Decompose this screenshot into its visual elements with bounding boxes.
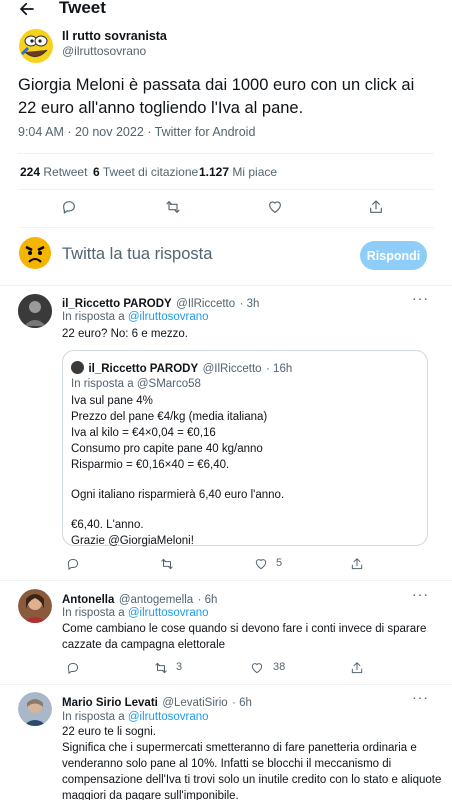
- retweets-count: 224: [20, 165, 41, 179]
- in-reply-to: In risposta a @ilruttosovrano: [62, 605, 209, 621]
- quote-line: €6,40. L'anno.: [71, 519, 144, 531]
- reply-text-line: 22 euro te li sogni.: [62, 726, 156, 738]
- quoted-tweet[interactable]: il_Riccetto PARODY @IlRiccetto · 16h In …: [62, 350, 428, 549]
- reply-to-handle: @SMarco58: [136, 378, 201, 390]
- share-button[interactable]: [346, 657, 368, 679]
- like-button[interactable]: [264, 196, 286, 218]
- reply-submit-button[interactable]: Rispondi: [360, 241, 427, 270]
- tweet-text: Giorgia Meloni è passata dai 1000 euro c…: [18, 76, 415, 117]
- reply-prefix: In risposta a: [62, 607, 125, 619]
- like-button[interactable]: [250, 553, 272, 575]
- reply-text-line: compensazione dell'Iva ti trovi solo un …: [62, 774, 442, 786]
- share-button[interactable]: [346, 553, 368, 575]
- retweet-count: 3: [176, 661, 183, 673]
- arrow-left-icon: [20, 2, 34, 16]
- stat-likes[interactable]: 1.127 Mi piace: [199, 165, 277, 179]
- reply-icon: [63, 201, 75, 214]
- stat-retweets[interactable]: 224 Retweet: [20, 165, 87, 179]
- avatar[interactable]: [18, 294, 52, 328]
- avatar[interactable]: [18, 692, 52, 726]
- reply-text-line: Come cambiano le cose quando si devono f…: [62, 623, 427, 635]
- quote-author-name: il_Riccetto PARODY: [88, 363, 199, 375]
- reply-text-line: venderanno solo pane al 10%. Infatti se …: [62, 758, 392, 770]
- like-count: 5: [276, 557, 283, 569]
- likes-count: 1.127: [199, 165, 230, 179]
- like-button[interactable]: [246, 657, 268, 679]
- likes-label: Mi piace: [232, 165, 278, 179]
- share-button[interactable]: [365, 196, 387, 218]
- quote-time: · 16h: [266, 363, 293, 375]
- quote-line: Grazie @GiorgiaMeloni!: [71, 535, 194, 547]
- quote-header: il_Riccetto PARODY @IlRiccetto · 16h: [71, 359, 292, 377]
- reply-to-link[interactable]: @ilruttosovrano: [128, 311, 209, 323]
- in-reply-to: In risposta a @ilruttosovrano: [62, 309, 209, 325]
- reply-icon: [67, 662, 79, 674]
- heart-icon: [255, 559, 267, 570]
- heart-icon: [251, 663, 263, 674]
- quote-line: Iva sul pane 4%: [71, 395, 153, 407]
- author-name[interactable]: Il rutto sovranista: [62, 29, 167, 43]
- share-icon: [351, 662, 363, 674]
- quote-line: Ogni italiano risparmierà 6,40 euro l'an…: [71, 489, 285, 501]
- retweet-button[interactable]: [156, 553, 178, 575]
- reply-text-line: Significa che i supermercati smetteranno…: [62, 742, 417, 754]
- in-reply-to: In risposta a @ilruttosovrano: [62, 709, 209, 725]
- back-button[interactable]: [18, 0, 42, 20]
- author-handle[interactable]: @ilruttosovrano: [62, 44, 146, 58]
- share-icon: [351, 558, 363, 570]
- more-options-button[interactable]: ···: [412, 689, 429, 705]
- reply-author-handle[interactable]: @LevatiSirio: [162, 697, 227, 709]
- reply-text: 22 euro? No: 6 e mezzo.: [62, 328, 188, 340]
- reply-button[interactable]: [62, 657, 84, 679]
- avatar[interactable]: [18, 589, 52, 623]
- retweet-icon: [166, 201, 180, 213]
- more-options-button[interactable]: ···: [412, 586, 429, 602]
- reply-to-link[interactable]: @ilruttosovrano: [128, 711, 209, 723]
- avatar: [71, 361, 84, 374]
- reply-prefix: In risposta a: [62, 711, 125, 723]
- quote-author-handle: @IlRiccetto: [202, 363, 262, 375]
- more-options-button[interactable]: ···: [412, 290, 429, 306]
- tweet-meta: 9:04 AM · 20 nov 2022 · Twitter for Andr…: [18, 125, 256, 139]
- quotes-count: 6: [93, 165, 100, 179]
- user-avatar: [18, 236, 52, 270]
- reply-prefix: In risposta a: [62, 311, 125, 323]
- retweet-button[interactable]: [162, 196, 184, 218]
- quote-line: Risparmio = €0,16×40 = €6,40.: [71, 459, 230, 471]
- reply-button[interactable]: [62, 553, 84, 575]
- like-count: 38: [273, 661, 286, 673]
- reply-icon: [67, 558, 79, 570]
- share-icon: [370, 200, 382, 213]
- retweet-button[interactable]: [150, 657, 172, 679]
- heart-icon: [269, 201, 281, 213]
- stat-quotes[interactable]: 6 Tweet di citazione: [93, 165, 198, 179]
- quote-line: Iva al kilo = €4×0,04 = €0,16: [71, 427, 216, 439]
- reply-to-link[interactable]: @ilruttosovrano: [128, 607, 209, 619]
- retweets-label: Retweet: [43, 165, 88, 179]
- avatar[interactable]: [18, 28, 54, 64]
- reply-text-line: cazzate da campagna elettorale: [62, 639, 226, 651]
- reply-author-name[interactable]: Mario Sirio Levati: [62, 697, 158, 709]
- reply-input[interactable]: Twitta la tua risposta: [62, 245, 212, 264]
- retweet-icon: [161, 558, 173, 570]
- retweet-icon: [155, 662, 167, 674]
- page-title: Tweet: [59, 0, 106, 17]
- reply-text-line: maggiori da pagare sull'imponibile.: [62, 790, 239, 800]
- quote-line: Prezzo del pane €4/kg (media italiana): [71, 411, 268, 423]
- quote-text: Iva sul pane 4% Prezzo del pane €4/kg (m…: [71, 393, 421, 549]
- reply-time[interactable]: · 6h: [232, 697, 252, 709]
- reply-text: 22 euro te li sogni. Significa che i sup…: [62, 724, 450, 800]
- quote-line: Consumo pro capite pane 40 kg/anno: [71, 443, 263, 455]
- quotes-label: Tweet di citazione: [102, 165, 199, 179]
- reply-time[interactable]: · 3h: [240, 298, 260, 310]
- reply-text: Come cambiano le cose quando si devono f…: [62, 621, 442, 653]
- reply-prefix: In risposta a: [71, 378, 134, 390]
- reply-button[interactable]: [58, 196, 80, 218]
- quote-in-reply-to: In risposta a @SMarco58: [71, 376, 201, 392]
